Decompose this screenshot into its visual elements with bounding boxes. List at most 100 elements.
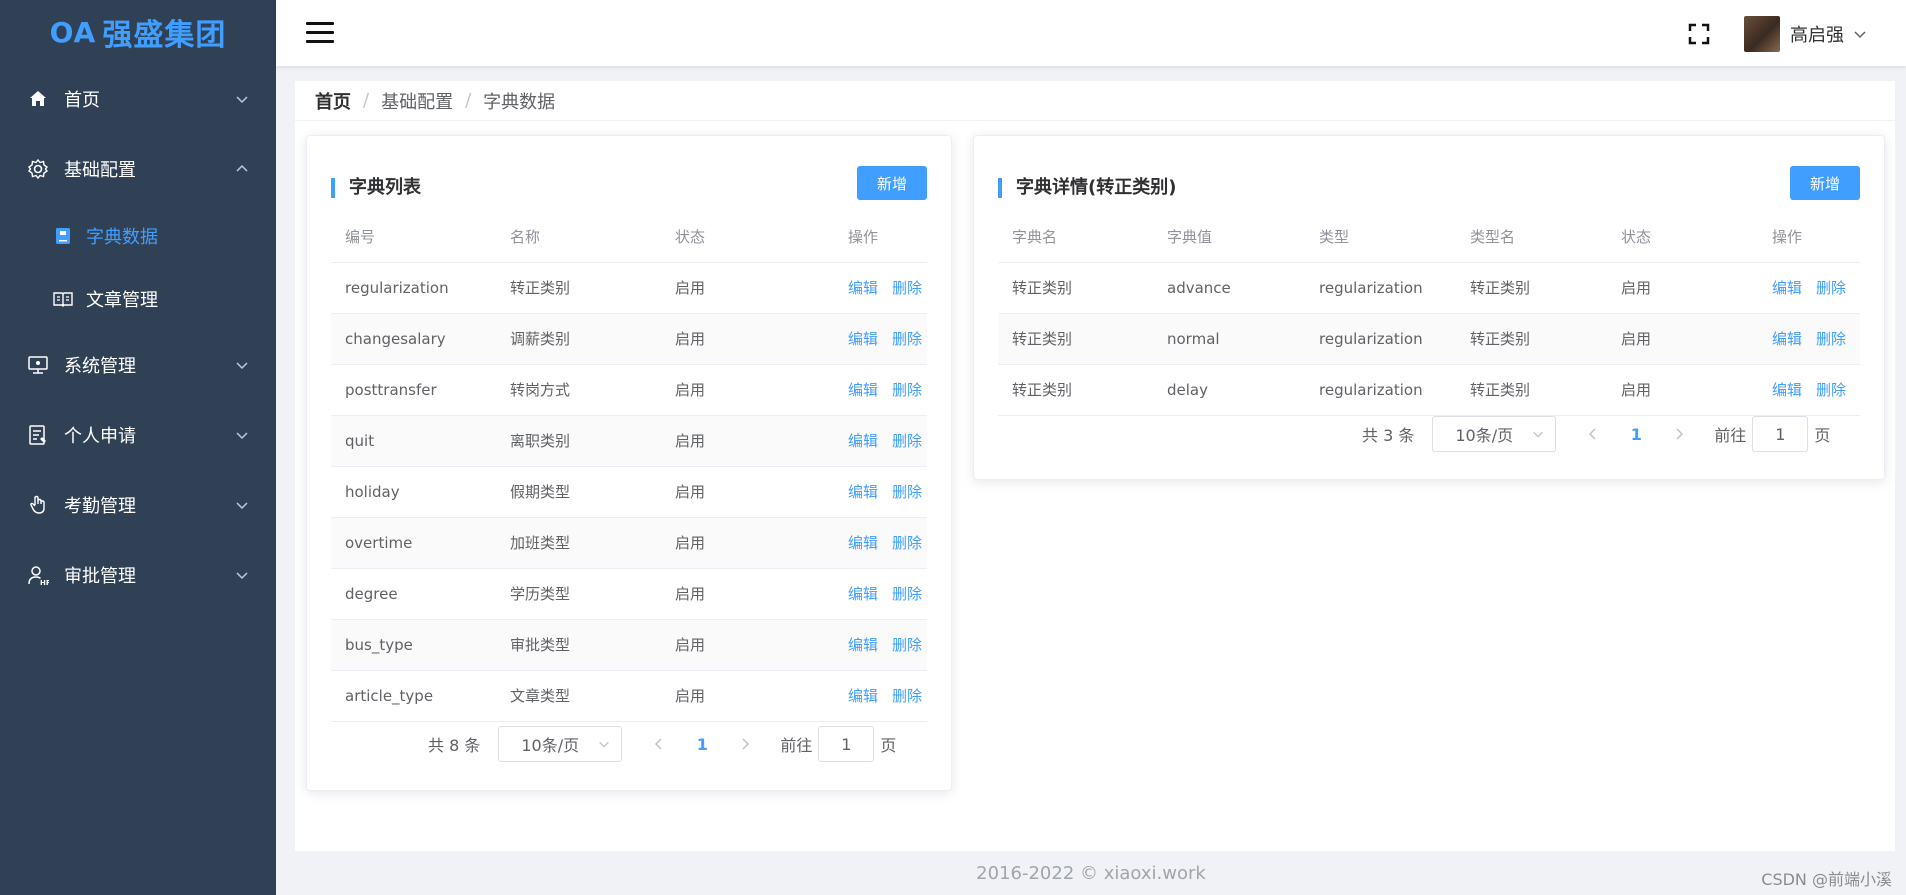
table-cell-name: 调薪类别 — [496, 313, 661, 365]
sidebar-item-label: 首页 — [64, 90, 100, 111]
table-row[interactable]: bus_type 审批类型 启用 编辑 删除 — [331, 619, 927, 671]
sidebar-item-home[interactable]: 首页 — [0, 64, 276, 134]
page-number[interactable]: 1 — [682, 735, 722, 754]
chevron-left-icon — [655, 738, 662, 750]
sidebar-item-article-manage[interactable]: 文章管理 — [0, 267, 276, 330]
breadcrumb-home[interactable]: 首页 — [315, 88, 351, 114]
sidebar: OA 强盛集团 首页 基础配置 字典数据 文章管理 系统管理 个人申请 考勤管理… — [0, 0, 276, 895]
table-row[interactable]: 转正类别 normal regularization 转正类别 启用 编辑 删除 — [998, 313, 1860, 365]
edit-link[interactable]: 编辑 — [1772, 330, 1802, 348]
chevron-down-icon — [599, 741, 610, 748]
table-cell-name: 转岗方式 — [496, 364, 661, 416]
dict-detail-add-button[interactable]: 新增 — [1790, 166, 1860, 200]
user-hr-icon: HR — [26, 563, 50, 587]
chevron-down-icon — [236, 362, 248, 370]
delete-link[interactable]: 删除 — [892, 483, 922, 501]
next-page-button[interactable] — [730, 729, 760, 759]
table-cell-actions: 编辑 删除 — [1758, 364, 1860, 416]
chevron-right-icon — [1676, 428, 1684, 440]
edit-link[interactable]: 编辑 — [848, 636, 878, 654]
table-row[interactable]: holiday 假期类型 启用 编辑 删除 — [331, 466, 927, 518]
table-cell-name: 审批类型 — [496, 619, 661, 671]
table-row[interactable]: article_type 文章类型 启用 编辑 删除 — [331, 670, 927, 722]
delete-link[interactable]: 删除 — [892, 636, 922, 654]
page-number[interactable]: 1 — [1616, 425, 1656, 444]
dict-list-add-button[interactable]: 新增 — [857, 166, 927, 200]
table-cell-type-name: 转正类别 — [1456, 364, 1607, 416]
edit-link[interactable]: 编辑 — [1772, 279, 1802, 297]
page-size-select[interactable]: 10条/页 — [498, 726, 623, 762]
table-row[interactable]: 转正类别 delay regularization 转正类别 启用 编辑 删除 — [998, 364, 1860, 416]
dict-detail-table: 字典名 字典值 类型 类型名 状态 操作 转正类别 advance regulari… — [998, 212, 1860, 416]
breadcrumb-separator: / — [363, 90, 370, 111]
page-jump-input[interactable] — [1752, 416, 1809, 452]
table-cell-status: 启用 — [1607, 262, 1758, 314]
chevron-right-icon — [742, 738, 750, 750]
chevron-left-icon — [1589, 428, 1596, 440]
breadcrumb-level2: 字典数据 — [483, 91, 556, 113]
edit-link[interactable]: 编辑 — [848, 483, 878, 501]
table-cell-type: regularization — [1305, 313, 1456, 365]
edit-link[interactable]: 编辑 — [848, 330, 878, 348]
delete-link[interactable]: 删除 — [892, 534, 922, 552]
delete-link[interactable]: 删除 — [892, 687, 922, 705]
table-row[interactable]: quit 离职类别 启用 编辑 删除 — [331, 415, 927, 467]
dict-detail-title: 字典详情(转正类别) — [998, 178, 1176, 198]
form-icon — [26, 423, 50, 447]
sidebar-item-system-manage[interactable]: 系统管理 — [0, 330, 276, 400]
sidebar-item-label: 审批管理 — [64, 566, 136, 587]
delete-link[interactable]: 删除 — [892, 432, 922, 450]
page-jump-input[interactable] — [818, 726, 875, 762]
page-unit-label: 页 — [880, 736, 897, 755]
table-row[interactable]: posttransfer 转岗方式 启用 编辑 删除 — [331, 364, 927, 416]
edit-link[interactable]: 编辑 — [848, 432, 878, 450]
next-page-button[interactable] — [1664, 419, 1694, 449]
table-row[interactable]: degree 学历类型 启用 编辑 删除 — [331, 568, 927, 620]
prev-page-button[interactable] — [644, 729, 674, 759]
table-cell-name: 离职类别 — [496, 415, 661, 467]
delete-link[interactable]: 删除 — [892, 330, 922, 348]
table-row[interactable]: overtime 加班类型 启用 编辑 删除 — [331, 517, 927, 569]
column-header: 状态 — [661, 212, 826, 263]
chevron-up-icon — [236, 164, 248, 172]
logo[interactable]: OA 强盛集团 — [0, 0, 276, 64]
column-header: 编号 — [331, 212, 496, 263]
edit-link[interactable]: 编辑 — [848, 279, 878, 297]
table-cell-dict-name: 转正类别 — [998, 313, 1153, 365]
table-row[interactable]: changesalary 调薪类别 启用 编辑 删除 — [331, 313, 927, 365]
fullscreen-icon[interactable] — [1687, 22, 1711, 46]
delete-link[interactable]: 删除 — [1816, 330, 1846, 348]
delete-link[interactable]: 删除 — [1816, 279, 1846, 297]
sidebar-item-personal-apply[interactable]: 个人申请 — [0, 400, 276, 470]
delete-link[interactable]: 删除 — [892, 279, 922, 297]
table-cell-actions: 编辑 删除 — [826, 313, 927, 365]
edit-link[interactable]: 编辑 — [848, 534, 878, 552]
gear-icon — [26, 157, 50, 181]
open-book-icon — [52, 288, 74, 310]
edit-link[interactable]: 编辑 — [848, 687, 878, 705]
edit-link[interactable]: 编辑 — [848, 381, 878, 399]
pagination-total: 共 3 条 — [1362, 426, 1415, 445]
edit-link[interactable]: 编辑 — [1772, 381, 1802, 399]
table-row[interactable]: 转正类别 advance regularization 转正类别 启用 编辑 删除 — [998, 262, 1860, 314]
table-row[interactable]: regularization 转正类别 启用 编辑 删除 — [331, 262, 927, 314]
svg-text:HR: HR — [40, 579, 49, 586]
footer: 2016-2022 © xiaoxi.work — [276, 851, 1906, 895]
user-menu[interactable]: 高启强 — [1744, 16, 1868, 52]
breadcrumb: 首页 / 基础配置 / 字典数据 — [295, 81, 1895, 121]
page-size-value: 10条/页 — [521, 736, 580, 755]
table-cell-type: regularization — [1305, 262, 1456, 314]
table-cell-code: article_type — [331, 670, 496, 722]
sidebar-item-attendance[interactable]: 考勤管理 — [0, 470, 276, 540]
page-size-select[interactable]: 10条/页 — [1432, 416, 1557, 452]
sidebar-item-dict-data[interactable]: 字典数据 — [0, 204, 276, 267]
hamburger-menu-icon[interactable] — [306, 22, 334, 44]
column-header: 类型名 — [1456, 212, 1607, 263]
delete-link[interactable]: 删除 — [892, 381, 922, 399]
delete-link[interactable]: 删除 — [892, 585, 922, 603]
delete-link[interactable]: 删除 — [1816, 381, 1846, 399]
prev-page-button[interactable] — [1578, 419, 1608, 449]
sidebar-item-approval[interactable]: HR 审批管理 — [0, 540, 276, 610]
sidebar-item-basic-config[interactable]: 基础配置 — [0, 134, 276, 204]
edit-link[interactable]: 编辑 — [848, 585, 878, 603]
